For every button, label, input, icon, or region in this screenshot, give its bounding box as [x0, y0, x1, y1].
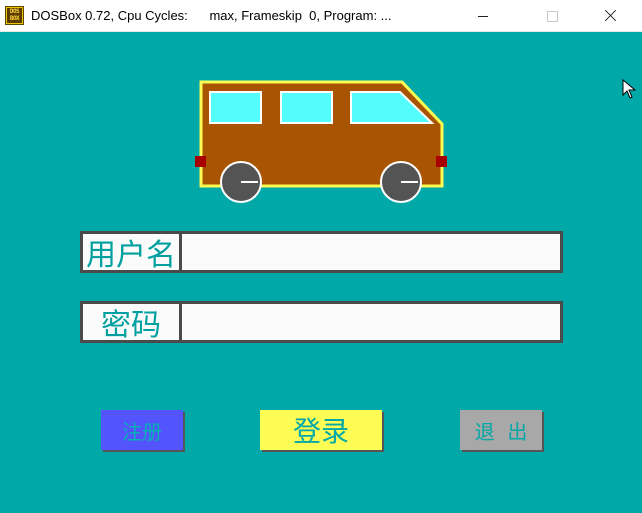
minimize-button[interactable] — [460, 0, 506, 32]
van-wheel-right — [380, 161, 422, 203]
username-row: 用户名 — [80, 231, 563, 273]
password-input[interactable] — [182, 304, 560, 340]
van-window-front — [209, 91, 262, 124]
password-row: 密码 — [80, 301, 563, 343]
window-title: DOSBox 0.72, Cpu Cycles: max, Frameskip … — [31, 8, 392, 23]
maximize-button[interactable] — [530, 0, 576, 32]
username-label: 用户名 — [83, 234, 179, 273]
close-button[interactable] — [588, 0, 634, 32]
register-button[interactable]: 注册 — [101, 410, 183, 450]
van-wheel-left — [220, 161, 262, 203]
dosbox-logo-text: DOS BOX — [7, 8, 22, 23]
van-light-right — [436, 156, 447, 167]
mouse-cursor-icon — [622, 79, 636, 99]
exit-button[interactable]: 退 出 — [460, 410, 542, 450]
window-titlebar: DOS BOX DOSBox 0.72, Cpu Cycles: max, Fr… — [0, 0, 642, 32]
van-window-middle — [280, 91, 333, 124]
van-icon — [195, 80, 447, 203]
login-button[interactable]: 登录 — [260, 410, 382, 450]
password-label: 密码 — [83, 304, 179, 343]
van-light-left — [195, 156, 206, 167]
username-input[interactable] — [182, 234, 560, 270]
dosbox-app-icon[interactable]: DOS BOX — [5, 6, 24, 25]
